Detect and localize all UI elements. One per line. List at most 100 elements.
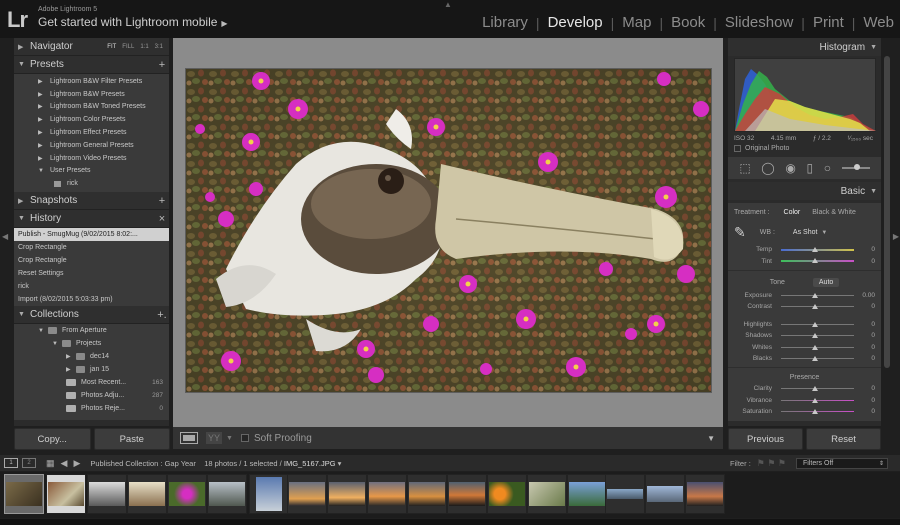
slider-track[interactable]	[781, 292, 854, 298]
zoom-fill[interactable]: FILL	[122, 44, 134, 50]
treatment-bw-option[interactable]: Black & White	[812, 209, 856, 216]
module-map[interactable]: Map	[622, 14, 651, 31]
filmstrip-thumbnail[interactable]	[645, 474, 685, 514]
filmstrip-thumbnail[interactable]	[367, 474, 407, 514]
collection-set[interactable]: ▼ From Aperture	[14, 324, 169, 337]
filmstrip-thumbnail[interactable]	[127, 474, 167, 514]
filmstrip-thumbnail[interactable]	[327, 474, 367, 514]
clarity-slider[interactable]: Clarity 0	[728, 383, 881, 394]
slider-track[interactable]	[781, 386, 854, 392]
slider-track[interactable]	[781, 246, 854, 252]
basic-header[interactable]: Basic ▼	[728, 182, 881, 200]
module-book[interactable]: Book	[671, 14, 705, 31]
history-header[interactable]: ▼ History ×	[14, 210, 169, 229]
preset-folder[interactable]: ▶ Lightroom Color Presets	[14, 113, 169, 126]
before-after-button[interactable]: YY	[206, 432, 223, 444]
filmstrip-thumbnail[interactable]	[207, 474, 247, 514]
eyedropper-icon[interactable]: ✎	[734, 224, 746, 241]
preset-folder[interactable]: ▶ Lightroom B&W Filter Presets	[14, 75, 169, 88]
collapse-right-panel-icon[interactable]: ▶	[893, 232, 899, 241]
preset-folder[interactable]: ▶ Lightroom General Presets	[14, 139, 169, 152]
slider-track[interactable]	[781, 355, 854, 361]
collection-set[interactable]: ▶ dec14	[14, 350, 169, 363]
zoom-fit[interactable]: FIT	[107, 44, 116, 50]
chevron-down-icon[interactable]: ▼	[226, 435, 233, 442]
wb-select[interactable]: As Shot	[793, 229, 818, 236]
history-item[interactable]: Publish - SmugMug (9/02/2015 8:02:...	[14, 228, 169, 242]
histogram-header[interactable]: Histogram ▼	[728, 38, 881, 56]
zoom-3-1[interactable]: 3:1	[155, 44, 163, 50]
vibrance-slider[interactable]: Vibrance 0	[728, 395, 881, 406]
module-library[interactable]: Library	[482, 14, 528, 31]
slider-track[interactable]	[781, 344, 854, 350]
original-photo-toggle[interactable]: Original Photo	[728, 142, 881, 155]
preset-folder[interactable]: ▼ User Presets	[14, 165, 169, 178]
smart-collection[interactable]: Most Recent... 163	[14, 376, 169, 389]
filmstrip-thumbnail[interactable]	[407, 474, 447, 514]
history-item[interactable]: rick	[14, 280, 169, 293]
mobile-promo-link[interactable]: Get started with Lightroom mobile ▶	[38, 15, 228, 29]
module-develop[interactable]: Develop	[548, 14, 603, 31]
graduated-filter-icon[interactable]: ▯	[807, 161, 814, 175]
paste-settings-button[interactable]: Paste	[93, 428, 170, 450]
blacks-slider[interactable]: Blacks 0	[728, 353, 881, 364]
history-item[interactable]: Import (8/02/2015 5:03:33 pm)	[14, 293, 169, 306]
filmstrip-thumbnail[interactable]	[4, 474, 44, 514]
slider-track[interactable]	[781, 397, 854, 403]
soft-proofing-checkbox[interactable]	[240, 434, 249, 442]
slider-thumb[interactable]	[812, 397, 818, 403]
smart-collection[interactable]: Photos Reje... 0	[14, 402, 169, 415]
filmstrip-thumbnail[interactable]	[447, 474, 487, 514]
history-item[interactable]: Reset Settings	[14, 267, 169, 280]
navigator-header[interactable]: ▶ Navigator FIT FILL 1:1 3:1	[14, 38, 169, 56]
right-panel-scrollbar[interactable]	[884, 56, 890, 368]
exposure-slider[interactable]: Exposure 0.00	[728, 290, 881, 301]
preset-folder[interactable]: ▶ Lightroom B&W Toned Presets	[14, 101, 169, 114]
slider-thumb[interactable]	[812, 292, 818, 298]
slider-thumb[interactable]	[812, 321, 818, 327]
slider-thumb[interactable]	[812, 355, 818, 361]
forward-arrow-icon[interactable]: ▶	[73, 458, 80, 469]
slider-track[interactable]	[781, 321, 854, 327]
adjustment-brush-icon[interactable]	[841, 164, 870, 170]
presets-header[interactable]: ▼ Presets +	[14, 56, 169, 74]
auto-tone-button[interactable]: Auto	[812, 277, 840, 287]
collection-set[interactable]: ▶ jan 15	[14, 363, 169, 376]
treatment-color-option[interactable]: Color	[784, 209, 801, 216]
main-photo[interactable]	[185, 68, 712, 393]
flag-filter-icon[interactable]: ⚑ ⚑ ⚑	[757, 458, 786, 469]
filmstrip-thumbnail[interactable]	[46, 474, 86, 514]
preset-folder[interactable]: ▶ Lightroom B&W Presets	[14, 88, 169, 101]
shadows-slider[interactable]: Shadows 0	[728, 330, 881, 341]
slider-track[interactable]	[781, 258, 854, 264]
secondary-window-button[interactable]: 2	[22, 458, 36, 468]
tint-slider[interactable]: Tint 0	[728, 255, 881, 266]
slider-thumb[interactable]	[812, 344, 818, 350]
whites-slider[interactable]: Whites 0	[728, 341, 881, 352]
grid-view-icon[interactable]: ▦	[46, 458, 55, 469]
collections-header[interactable]: ▼ Collections +.	[14, 306, 169, 325]
reset-button[interactable]: Reset	[806, 428, 881, 450]
highlights-slider[interactable]: Highlights 0	[728, 319, 881, 330]
filmstrip-thumbnail[interactable]	[167, 474, 207, 514]
slider-track[interactable]	[781, 333, 854, 339]
slider-thumb[interactable]	[812, 386, 818, 392]
zoom-1-1[interactable]: 1:1	[140, 44, 148, 50]
filter-select[interactable]: Filters Off ⇕	[796, 457, 888, 469]
filmstrip-thumbnail[interactable]	[287, 474, 327, 514]
history-item[interactable]: Crop Rectangle	[14, 241, 169, 254]
saturation-slider[interactable]: Saturation 0	[728, 406, 881, 417]
radial-filter-icon[interactable]: ○	[824, 161, 831, 175]
add-preset-button[interactable]: +	[155, 59, 169, 71]
collapse-top-panel-icon[interactable]: ▲	[444, 0, 452, 9]
module-slideshow[interactable]: Slideshow	[725, 14, 793, 31]
contrast-slider[interactable]: Contrast 0	[728, 301, 881, 312]
preset-folder[interactable]: ▶ Lightroom Effect Presets	[14, 126, 169, 139]
snapshots-header[interactable]: ▶ Snapshots +	[14, 192, 169, 211]
filmstrip-thumbnail[interactable]	[487, 474, 527, 514]
toolbar-menu-icon[interactable]: ▼	[707, 434, 715, 443]
slider-thumb[interactable]	[812, 409, 818, 415]
collection-set[interactable]: ▼ Projects	[14, 337, 169, 350]
slider-thumb[interactable]	[812, 258, 818, 264]
copy-settings-button[interactable]: Copy...	[14, 428, 91, 450]
